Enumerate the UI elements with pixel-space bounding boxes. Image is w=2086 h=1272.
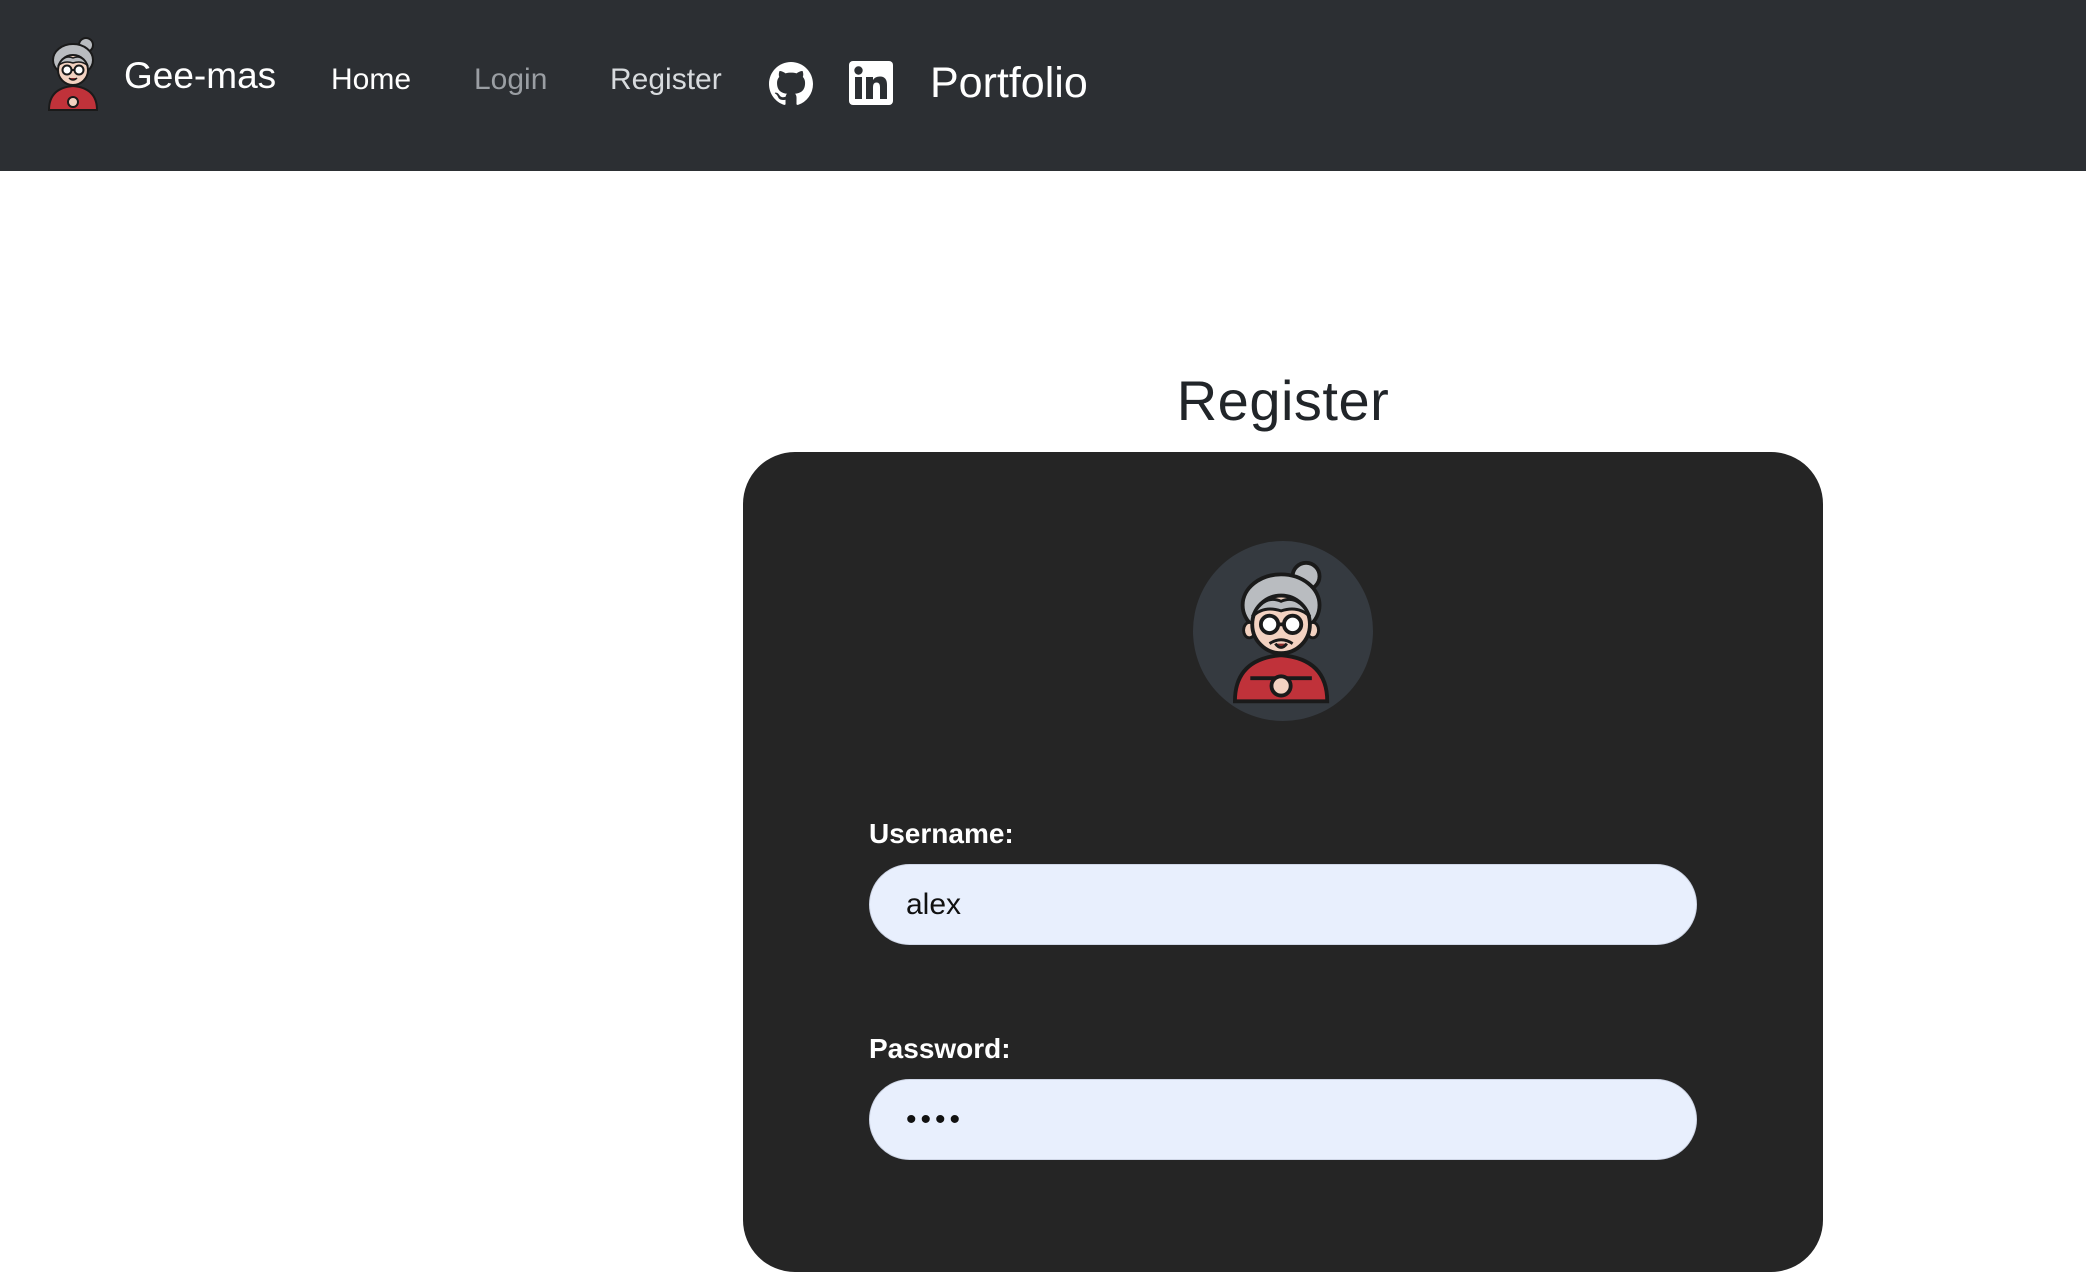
nav-home-link[interactable]: Home	[331, 65, 411, 95]
avatar	[1193, 541, 1373, 721]
brand-name: Gee-mas	[124, 54, 277, 96]
register-card: Username: Password:	[743, 452, 1823, 1272]
nav-register-link[interactable]: Register	[610, 65, 722, 95]
password-input[interactable]	[869, 1079, 1697, 1160]
username-input[interactable]	[869, 864, 1697, 945]
grandma-logo-icon	[47, 37, 99, 111]
grandma-avatar-icon	[1232, 560, 1330, 704]
page-title-wrap: Register	[743, 370, 1823, 432]
github-icon[interactable]	[769, 62, 813, 106]
password-label: Password:	[869, 1033, 1011, 1064]
brand-link[interactable]: Gee-mas	[44, 36, 276, 114]
linkedin-icon[interactable]	[849, 61, 893, 105]
navbar: Gee-mas Home Login Register Portfolio	[0, 0, 2086, 171]
nav-login-link[interactable]: Login	[474, 65, 547, 95]
username-label: Username:	[869, 818, 1014, 849]
nav-portfolio-link[interactable]: Portfolio	[930, 62, 1088, 105]
page-title: Register	[1176, 369, 1390, 432]
